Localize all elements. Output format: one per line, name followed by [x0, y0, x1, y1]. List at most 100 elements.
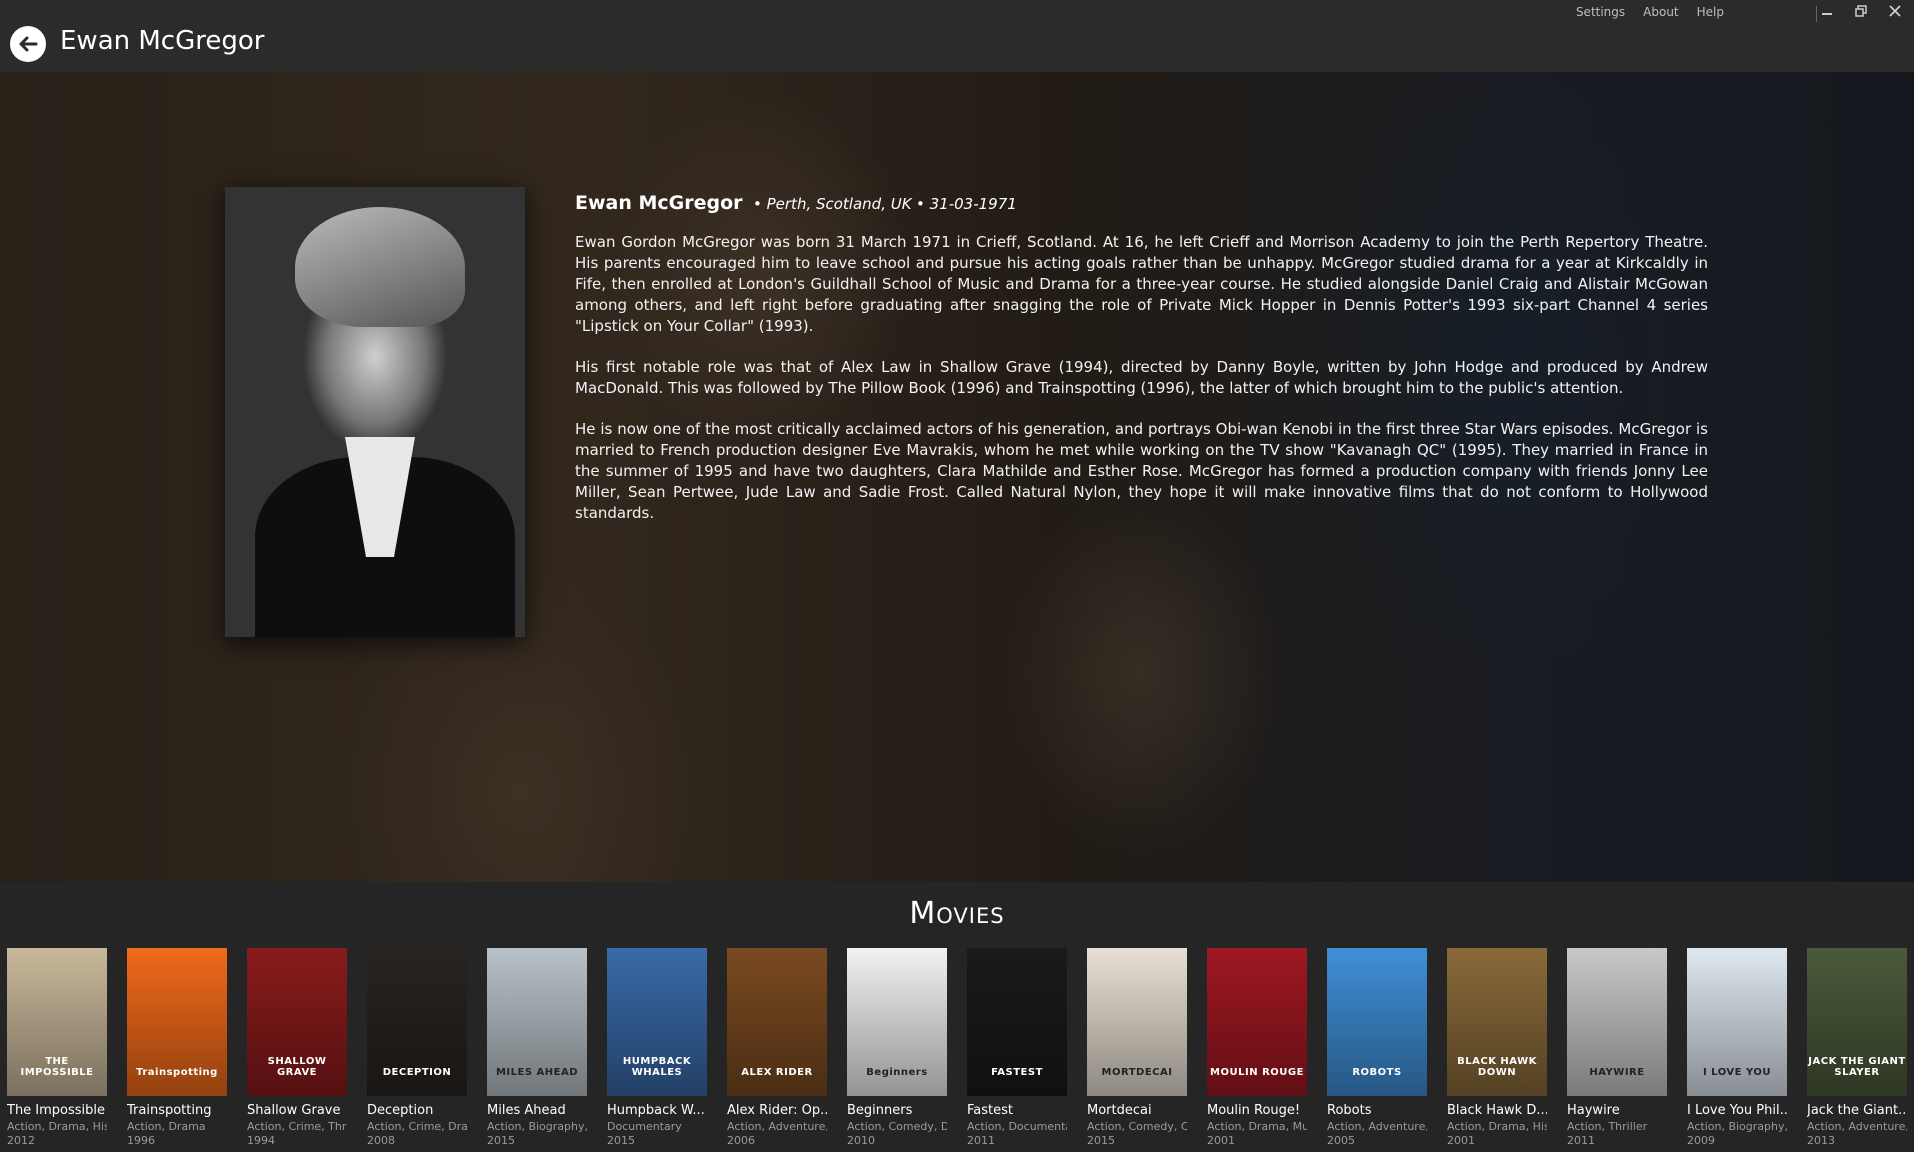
poster-title: Beginners [866, 1067, 928, 1078]
movie-poster[interactable]: ROBOTS [1327, 948, 1427, 1096]
movie-title: Trainspotting [127, 1103, 212, 1118]
movie-year: 2011 [1567, 1134, 1595, 1147]
movie-title: Jack the Giant... [1807, 1103, 1907, 1118]
poster-title: BLACK HAWK DOWN [1457, 1056, 1537, 1078]
movie-title: Humpback W... [607, 1103, 705, 1118]
movie-poster[interactable]: Trainspotting [127, 948, 227, 1096]
close-icon [1889, 5, 1901, 17]
movie-genre: Action, Drama, Hist [7, 1120, 107, 1133]
movie-genre: Action, Drama, Hist [1447, 1120, 1547, 1133]
poster-title: HUMPBACK WHALES [622, 1056, 692, 1078]
movie-poster[interactable]: Beginners [847, 948, 947, 1096]
movie-poster[interactable]: HUMPBACK WHALES [607, 948, 707, 1096]
bio-header: Ewan McGregor • Perth, Scotland, UK • 31… [575, 192, 1708, 214]
movie-year: 2001 [1207, 1134, 1235, 1147]
back-button[interactable] [10, 26, 46, 62]
movie-title: Moulin Rouge! [1207, 1103, 1301, 1118]
movie-year: 2009 [1687, 1134, 1715, 1147]
movie-year: 2010 [847, 1134, 875, 1147]
movie-poster[interactable]: ALEX RIDER [727, 948, 827, 1096]
poster-title: HAYWIRE [1589, 1067, 1645, 1078]
movie-year: 2015 [487, 1134, 515, 1147]
movie-tile[interactable]: HAYWIRE Haywire Action, Thriller 2011 [1567, 948, 1667, 1147]
movie-year: 1996 [127, 1134, 155, 1147]
movie-tile[interactable]: BLACK HAWK DOWN Black Hawk D... Action, Dr… [1447, 948, 1547, 1147]
bio-paragraph: Ewan Gordon McGregor was born 31 March 1… [575, 233, 1708, 335]
birthdate: • 31-03-1971 [916, 195, 1017, 213]
movie-year: 2012 [7, 1134, 35, 1147]
movie-tile[interactable]: THE IMPOSSIBLE The Impossible Action, Dram… [7, 948, 107, 1147]
movie-title: Shallow Grave [247, 1103, 341, 1118]
movie-genre: Action, Biography, [487, 1120, 587, 1133]
movie-genre: Action, Adventure, [727, 1120, 827, 1133]
movie-tile[interactable]: I LOVE YOU I Love You Phil... Action, Biog… [1687, 948, 1787, 1147]
poster-title: SHALLOW GRAVE [267, 1056, 327, 1078]
movie-tile[interactable]: Trainspotting Trainspotting Action, Drama 1… [127, 948, 227, 1147]
top-links: Settings About Help [1576, 5, 1724, 19]
poster-title: Trainspotting [136, 1067, 218, 1078]
movie-title: Beginners [847, 1103, 913, 1118]
movie-year: 2013 [1807, 1134, 1835, 1147]
movie-poster[interactable]: FASTEST [967, 948, 1067, 1096]
actor-name: Ewan McGregor [575, 192, 743, 214]
movie-tile[interactable]: JACK THE GIANT SLAYER Jack the Giant... Ac… [1807, 948, 1907, 1147]
movie-poster[interactable]: THE IMPOSSIBLE [7, 948, 107, 1096]
movie-title: Haywire [1567, 1103, 1620, 1118]
movie-genre: Action, Thriller [1567, 1120, 1648, 1133]
movie-genre: Action, Drama, Mu [1207, 1120, 1307, 1133]
movie-title: Mortdecai [1087, 1103, 1152, 1118]
poster-title: FASTEST [991, 1067, 1043, 1078]
movie-poster[interactable]: MORTDECAI [1087, 948, 1187, 1096]
movie-tile[interactable]: ALEX RIDER Alex Rider: Op... Action, Adven… [727, 948, 827, 1147]
close-button[interactable] [1888, 4, 1902, 18]
movie-title: Deception [367, 1103, 434, 1118]
poster-title: MORTDECAI [1101, 1067, 1173, 1078]
movie-year: 2011 [967, 1134, 995, 1147]
bio-paragraph: He is now one of the most critically acc… [575, 420, 1708, 522]
poster-title: THE IMPOSSIBLE [20, 1056, 94, 1078]
movie-poster[interactable]: DECEPTION [367, 948, 467, 1096]
settings-link[interactable]: Settings [1576, 5, 1625, 19]
movie-tile[interactable]: Beginners Beginners Action, Comedy, Dr 2010 [847, 948, 947, 1147]
movie-genre: Action, Adventure, [1327, 1120, 1427, 1133]
movie-list: THE IMPOSSIBLE The Impossible Action, Dram… [7, 948, 1907, 1147]
movie-title: The Impossible [7, 1103, 106, 1118]
movies-heading: Movies [909, 896, 1005, 931]
movie-tile[interactable]: MOULIN ROUGE Moulin Rouge! Action, Drama, … [1207, 948, 1307, 1147]
movie-tile[interactable]: SHALLOW GRAVE Shallow Grave Action, Crime,… [247, 948, 347, 1147]
restore-button[interactable] [1854, 4, 1868, 18]
movie-poster[interactable]: MOULIN ROUGE [1207, 948, 1307, 1096]
movie-poster[interactable]: HAYWIRE [1567, 948, 1667, 1096]
restore-icon [1855, 5, 1867, 17]
movie-tile[interactable]: MILES AHEAD Miles Ahead Action, Biography,… [487, 948, 587, 1147]
movie-year: 2006 [727, 1134, 755, 1147]
movie-year: 2008 [367, 1134, 395, 1147]
movie-poster[interactable]: I LOVE YOU [1687, 948, 1787, 1096]
movie-title: Miles Ahead [487, 1103, 566, 1118]
movie-genre: Action, Documenta [967, 1120, 1067, 1133]
minimize-icon [1822, 13, 1832, 15]
movie-year: 1994 [247, 1134, 275, 1147]
movie-year: 2005 [1327, 1134, 1355, 1147]
page-title: Ewan McGregor [60, 26, 265, 56]
movie-poster[interactable]: SHALLOW GRAVE [247, 948, 347, 1096]
movie-tile[interactable]: HUMPBACK WHALES Humpback W... Documentary 2… [607, 948, 707, 1147]
movie-poster[interactable]: BLACK HAWK DOWN [1447, 948, 1547, 1096]
window-controls [1820, 4, 1902, 18]
help-link[interactable]: Help [1697, 5, 1724, 19]
minimize-button[interactable] [1820, 4, 1834, 18]
poster-title: MILES AHEAD [495, 1067, 579, 1078]
movie-tile[interactable]: MORTDECAI Mortdecai Action, Comedy, Cr 2015 [1087, 948, 1187, 1147]
movie-genre: Action, Crime, Drar [367, 1120, 467, 1133]
title-bar: Ewan McGregor Settings About Help [0, 0, 1914, 72]
movie-poster[interactable]: MILES AHEAD [487, 948, 587, 1096]
movie-genre: Action, Adventure, [1807, 1120, 1907, 1133]
movie-year: 2015 [607, 1134, 635, 1147]
movie-poster[interactable]: JACK THE GIANT SLAYER [1807, 948, 1907, 1096]
movie-tile[interactable]: ROBOTS Robots Action, Adventure, 2005 [1327, 948, 1427, 1147]
about-link[interactable]: About [1643, 5, 1678, 19]
movie-tile[interactable]: DECEPTION Deception Action, Crime, Drar 200… [367, 948, 467, 1147]
movie-tile[interactable]: FASTEST Fastest Action, Documenta 2011 [967, 948, 1067, 1147]
movie-title: Alex Rider: Op... [727, 1103, 827, 1118]
movie-genre: Documentary [607, 1120, 682, 1133]
